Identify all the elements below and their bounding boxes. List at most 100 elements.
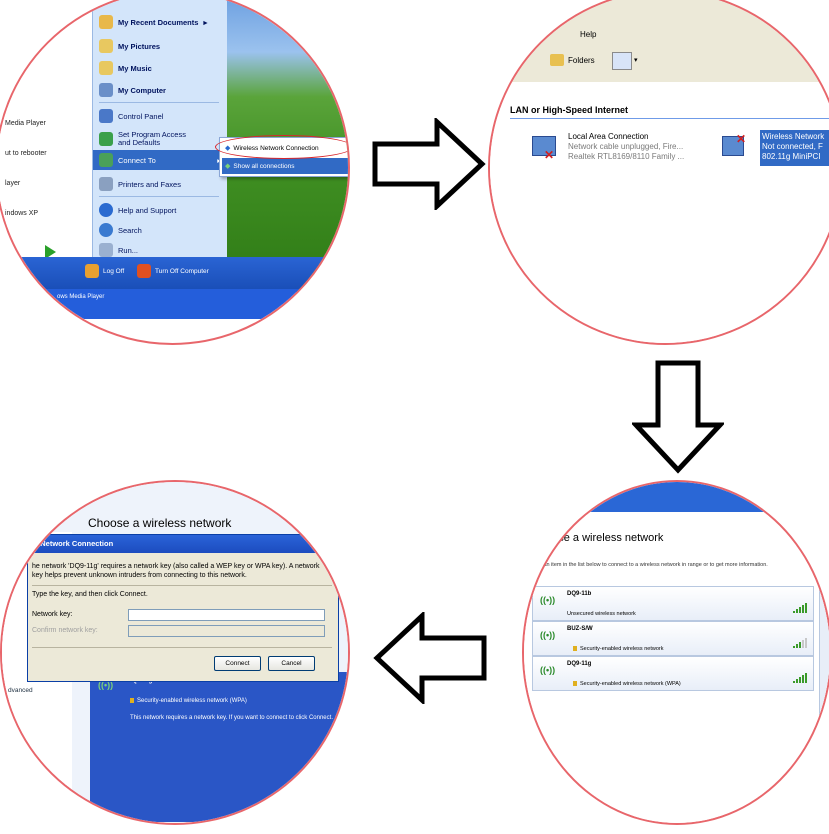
dialog-title: s Network Connection (34, 539, 114, 548)
selected-network-status: Security-enabled wireless network (WPA) (130, 698, 247, 704)
wireless-antenna-icon: ((•)) (540, 595, 556, 605)
choose-network-title: Choose a wireless network (88, 516, 232, 530)
help-support-item[interactable]: Help and Support (99, 200, 176, 220)
menu-separator (99, 102, 219, 103)
left-pane-item[interactable]: Media Player (5, 120, 46, 127)
dialog-title-bar: s Network Connection (28, 535, 338, 553)
wireless-connection-status: Not connected, F (762, 142, 823, 151)
taskbar-item[interactable]: ows Media Player (57, 294, 104, 300)
submenu-arrow-icon: ▸ (203, 17, 208, 27)
network-key-dialog: s Network Connection he network 'DQ9-11g… (27, 534, 339, 682)
wireless-antenna-icon: ((•)) (540, 665, 556, 675)
printers-faxes-item[interactable]: Printers and Faxes (99, 174, 181, 194)
my-music-item[interactable]: My Music (99, 58, 152, 78)
left-pane-item[interactable]: ransfer (5, 52, 27, 59)
set-program-access-item[interactable]: Set Program Access and Defaults (99, 126, 194, 152)
toolbar: Folders ▾ (490, 42, 829, 83)
step1-start-menu-circle: ransfer Media Player ut to rebooter laye… (0, 0, 350, 345)
my-pictures-item[interactable]: My Pictures (99, 36, 160, 56)
menu-separator (99, 196, 219, 197)
my-computer-item[interactable]: My Computer (99, 80, 166, 100)
dialog-separator (32, 585, 332, 586)
step4-network-key-circle: Choose a wireless network dvanced ((•)) … (0, 480, 350, 825)
computer-icon (99, 83, 113, 97)
cancel-button[interactable]: Cancel (268, 656, 315, 671)
dialog-body-text: he network 'DQ9-11g' requires a network … (32, 563, 320, 579)
network-connections-icon: ◆ (225, 163, 231, 170)
section-divider (510, 118, 829, 119)
network-key-input[interactable] (128, 609, 325, 621)
local-connection-status: Network cable unplugged, Fire... (568, 142, 684, 151)
show-all-connections-item[interactable]: ◆ Show all connections (222, 158, 348, 174)
folders-icon (550, 54, 564, 66)
choose-network-description: Click an item in the list below to conne… (530, 562, 768, 568)
search-icon (99, 223, 113, 237)
choose-network-title: oose a wireless network (546, 532, 664, 544)
confirm-key-label: Confirm network key: (32, 627, 98, 634)
arrow-left-icon (373, 612, 487, 704)
connections-list (490, 82, 829, 343)
signal-strength-icon (793, 673, 807, 683)
program-access-icon (99, 132, 113, 146)
turn-off-button[interactable]: Turn Off Computer (137, 264, 209, 278)
network-key-label: Network key: (32, 611, 73, 618)
selected-network-note: This network requires a network key. If … (130, 715, 333, 721)
printer-icon (99, 177, 113, 191)
views-button[interactable] (612, 52, 632, 70)
network-item[interactable]: ((•)) DQ9-11b Unsecured wireless network (532, 586, 814, 621)
log-off-icon (85, 264, 99, 278)
menu-bar: Help (490, 0, 829, 42)
lock-icon (573, 681, 577, 687)
my-recent-documents-item[interactable]: My Recent Documents ▸ (99, 12, 207, 32)
music-folder-icon (99, 61, 113, 75)
local-area-connection-icon[interactable]: ✕ (530, 132, 560, 162)
window-title-bar (524, 482, 829, 512)
connect-to-item[interactable]: Connect To ▸ (93, 150, 227, 170)
lock-icon (573, 646, 577, 652)
arrow-right-icon (372, 118, 486, 210)
taskbar: ows Media Player (0, 289, 348, 319)
run-icon (99, 243, 113, 257)
list-scrollbar[interactable] (819, 582, 829, 812)
network-icon (99, 153, 113, 167)
step3-choose-network-circle: oose a wireless network Click an item in… (522, 480, 829, 825)
wireless-connection-device: 802.11g MiniPCI (762, 152, 821, 161)
lock-icon (130, 698, 134, 703)
left-pane-item[interactable]: layer (5, 180, 20, 187)
step2-network-connections-circle: Help Folders ▾ LAN or High-Speed Interne… (488, 0, 829, 345)
wireless-connection-icon[interactable]: ✕ (722, 132, 752, 164)
dialog-instruction: Type the key, and then click Connect. (32, 591, 148, 598)
highlight-circle (215, 135, 348, 159)
help-menu[interactable]: Help (580, 30, 596, 39)
left-pane-item[interactable]: indows XP (5, 210, 38, 217)
control-panel-item[interactable]: Control Panel (99, 106, 163, 126)
control-panel-icon (99, 109, 113, 123)
selected-network-panel[interactable]: ((•)) DQ9-11g Security-enabled wireless … (90, 672, 348, 822)
confirm-key-input[interactable] (128, 625, 325, 637)
local-connection-name[interactable]: Local Area Connection (568, 132, 649, 141)
left-pane-item[interactable]: ut to rebooter (5, 150, 47, 157)
help-icon (99, 203, 113, 217)
pictures-folder-icon (99, 39, 113, 53)
section-title: LAN or High-Speed Internet (510, 105, 629, 115)
arrow-down-icon (632, 360, 724, 474)
wireless-antenna-icon: ((•)) (540, 630, 556, 640)
local-connection-device: Realtek RTL8169/8110 Family ... (568, 152, 685, 161)
wireless-connection-selected[interactable]: Wireless Network Not connected, F 802.11… (760, 130, 829, 166)
views-dropdown-icon[interactable]: ▾ (634, 56, 638, 64)
start-menu-bottom-bar: Log Off Turn Off Computer (0, 257, 348, 289)
folders-button[interactable]: Folders (550, 54, 595, 66)
signal-strength-icon (793, 603, 807, 613)
signal-strength-icon (793, 638, 807, 648)
log-off-button[interactable]: Log Off (85, 264, 124, 278)
start-menu-right-pane: My Recent Documents ▸ My Pictures My Mus… (92, 0, 228, 257)
power-icon (137, 264, 151, 278)
wireless-connection-name: Wireless Network (762, 132, 825, 141)
connect-button[interactable]: Connect (214, 656, 261, 671)
network-item[interactable]: ((•)) BUZ-S/W Security-enabled wireless … (532, 621, 814, 656)
folder-icon (99, 15, 113, 29)
network-item[interactable]: ((•)) DQ9-11g Security-enabled wireless … (532, 656, 814, 691)
advanced-link[interactable]: dvanced (8, 687, 33, 694)
search-item[interactable]: Search (99, 220, 142, 240)
dialog-separator (32, 647, 332, 648)
